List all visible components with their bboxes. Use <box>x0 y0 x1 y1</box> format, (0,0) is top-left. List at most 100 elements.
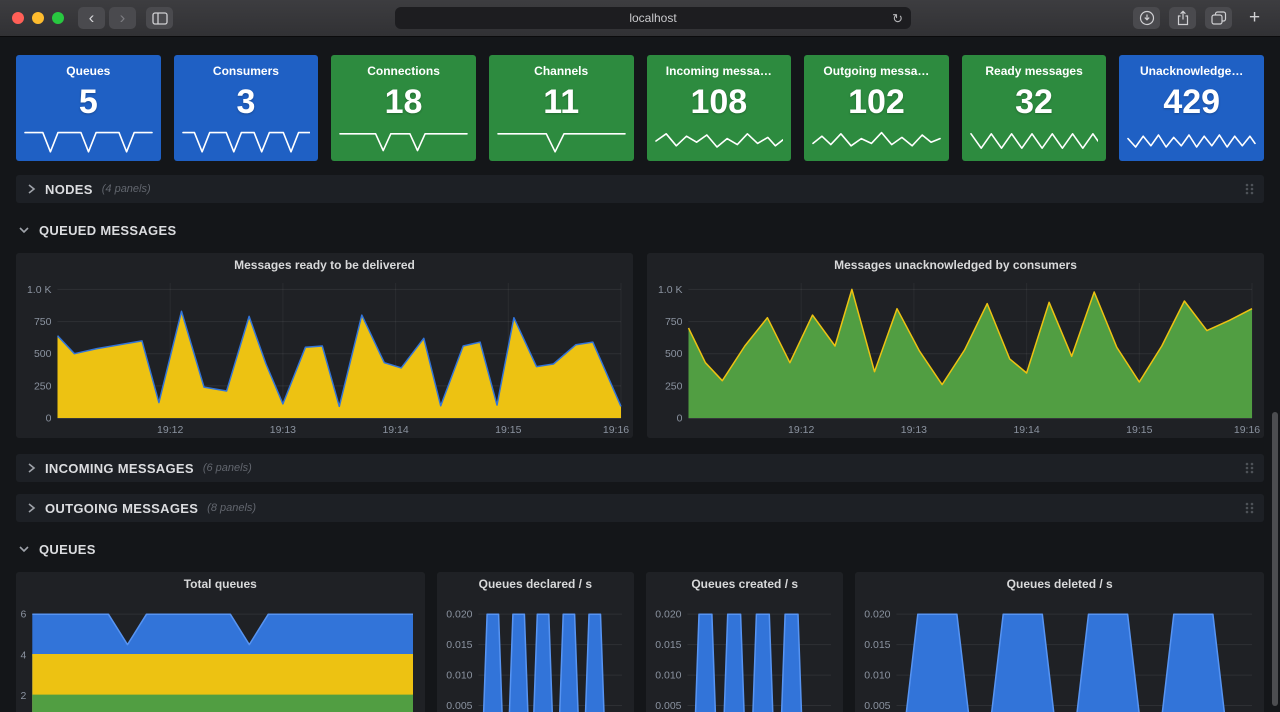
svg-text:0.020: 0.020 <box>865 609 891 621</box>
svg-text:19:12: 19:12 <box>788 424 814 436</box>
svg-text:19:12: 19:12 <box>157 424 183 436</box>
row-incoming-messages[interactable]: INCOMING MESSAGES (6 panels) <box>16 454 1264 482</box>
stat-sparkline <box>339 127 468 155</box>
svg-text:1.0 K: 1.0 K <box>658 284 683 296</box>
stat-title: Unacknowledge… <box>1140 64 1243 78</box>
chart-total-queues[interactable]: 246 <box>16 596 425 712</box>
stat-panel[interactable]: Outgoing messa… 102 <box>804 55 949 161</box>
stat-value: 18 <box>385 78 423 127</box>
row-panel-count: (8 panels) <box>207 502 256 514</box>
row-queued-messages[interactable]: QUEUED MESSAGES <box>16 215 1264 245</box>
sidebar-icon <box>152 12 168 25</box>
row-title: OUTGOING MESSAGES <box>45 501 198 516</box>
row-panel-count: (4 panels) <box>102 183 151 195</box>
panel-title[interactable]: Queues created / s <box>646 572 843 596</box>
stat-title: Queues <box>66 64 110 78</box>
sidebar-toggle-button[interactable] <box>146 7 173 29</box>
chart-queues-created[interactable]: 0.0050.0100.0150.020 <box>646 596 843 712</box>
panel-title[interactable]: Messages ready to be delivered <box>16 253 633 277</box>
tab-overview-button[interactable] <box>1205 7 1232 29</box>
svg-text:19:14: 19:14 <box>1013 424 1039 436</box>
chevron-down-icon <box>18 544 30 554</box>
chart-messages-ready[interactable]: 19:1219:1319:1419:1519:1602505007501.0 K <box>16 277 633 438</box>
stat-sparkline <box>970 127 1099 155</box>
panel-title[interactable]: Total queues <box>16 572 425 596</box>
stat-panel[interactable]: Connections 18 <box>331 55 476 161</box>
chevron-right-icon <box>26 183 36 195</box>
chevron-down-icon <box>18 225 30 235</box>
share-button[interactable] <box>1169 7 1196 29</box>
svg-text:500: 500 <box>665 348 683 360</box>
panel-messages-unacknowledged: Messages unacknowledged by consumers 19:… <box>647 253 1264 438</box>
forward-button[interactable]: › <box>109 7 136 29</box>
svg-text:0: 0 <box>46 413 52 425</box>
panel-queues-created: Queues created / s 0.0050.0100.0150.020 <box>646 572 843 712</box>
stat-panel[interactable]: Incoming messa… 108 <box>647 55 792 161</box>
share-icon <box>1176 10 1190 26</box>
panel-queues-deleted: Queues deleted / s 0.0050.0100.0150.020 <box>855 572 1264 712</box>
stat-sparkline <box>812 127 941 155</box>
stat-title: Incoming messa… <box>666 64 772 78</box>
row-queues[interactable]: QUEUES <box>16 534 1264 564</box>
toolbar-right-buttons: + <box>1133 7 1268 29</box>
svg-text:0.010: 0.010 <box>655 670 681 682</box>
stat-title: Ready messages <box>985 64 1082 78</box>
chart-queues-deleted[interactable]: 0.0050.0100.0150.020 <box>855 596 1264 712</box>
stat-value: 429 <box>1163 78 1220 127</box>
back-button[interactable]: ‹ <box>78 7 105 29</box>
row-title: NODES <box>45 182 93 197</box>
svg-text:19:13: 19:13 <box>901 424 927 436</box>
row-title: INCOMING MESSAGES <box>45 461 194 476</box>
svg-text:0.020: 0.020 <box>446 609 472 621</box>
svg-text:750: 750 <box>34 316 52 328</box>
close-window-button[interactable] <box>12 12 24 24</box>
panel-messages-ready: Messages ready to be delivered 19:12 19:1… <box>16 253 633 438</box>
svg-text:19:16: 19:16 <box>1234 424 1260 436</box>
grafana-dashboard: Queues 5 Consumers 3 Connections 18 Chan… <box>0 37 1280 712</box>
stat-value: 108 <box>690 78 747 127</box>
stat-panel[interactable]: Consumers 3 <box>174 55 319 161</box>
chart-messages-unacknowledged[interactable]: 19:12 19:13 19:14 19:15 19:16 0 250 500 750 1.0 K <box>647 277 1264 438</box>
stat-title: Outgoing messa… <box>823 64 929 78</box>
stat-sparkline <box>182 127 311 155</box>
drag-handle-icon[interactable] <box>1244 461 1254 475</box>
svg-text:6: 6 <box>20 609 26 621</box>
stat-panel[interactable]: Ready messages 32 <box>962 55 1107 161</box>
svg-text:0.020: 0.020 <box>655 609 681 621</box>
drag-handle-icon[interactable] <box>1244 501 1254 515</box>
row-outgoing-messages[interactable]: OUTGOING MESSAGES (8 panels) <box>16 494 1264 522</box>
minimize-window-button[interactable] <box>32 12 44 24</box>
stat-value: 32 <box>1015 78 1053 127</box>
svg-text:0.015: 0.015 <box>446 639 472 651</box>
address-bar[interactable]: localhost ↻ <box>395 7 911 29</box>
stat-sparkline <box>655 127 784 155</box>
svg-text:0.005: 0.005 <box>865 700 891 712</box>
zoom-window-button[interactable] <box>52 12 64 24</box>
plus-icon: + <box>1249 7 1260 29</box>
row-nodes[interactable]: NODES (4 panels) <box>16 175 1264 203</box>
drag-handle-icon[interactable] <box>1244 182 1254 196</box>
svg-text:0.010: 0.010 <box>865 670 891 682</box>
panel-title[interactable]: Messages unacknowledged by consumers <box>647 253 1264 277</box>
row-title: QUEUES <box>39 542 96 557</box>
queues-panels: Total queues 246 Queues declared / s 0.0… <box>16 572 1264 712</box>
svg-text:0.005: 0.005 <box>446 700 472 712</box>
downloads-button[interactable] <box>1133 7 1160 29</box>
panel-title[interactable]: Queues declared / s <box>437 572 634 596</box>
svg-text:4: 4 <box>20 649 26 661</box>
svg-text:0: 0 <box>677 413 683 425</box>
stat-panel[interactable]: Unacknowledge… 429 <box>1119 55 1264 161</box>
scrollbar[interactable] <box>1272 412 1278 706</box>
svg-text:19:13: 19:13 <box>270 424 296 436</box>
reload-icon[interactable]: ↻ <box>892 12 903 25</box>
url-text: localhost <box>629 11 676 25</box>
chart-queues-declared[interactable]: 0.0050.0100.0150.020 <box>437 596 634 712</box>
stat-panel[interactable]: Channels 11 <box>489 55 634 161</box>
new-tab-button[interactable]: + <box>1241 7 1268 29</box>
svg-text:19:15: 19:15 <box>1126 424 1152 436</box>
browser-window: ‹ › localhost ↻ + Queues 5 <box>0 0 1280 712</box>
stat-panel[interactable]: Queues 5 <box>16 55 161 161</box>
svg-text:750: 750 <box>665 316 683 328</box>
panel-title[interactable]: Queues deleted / s <box>855 572 1264 596</box>
svg-text:250: 250 <box>665 380 683 392</box>
